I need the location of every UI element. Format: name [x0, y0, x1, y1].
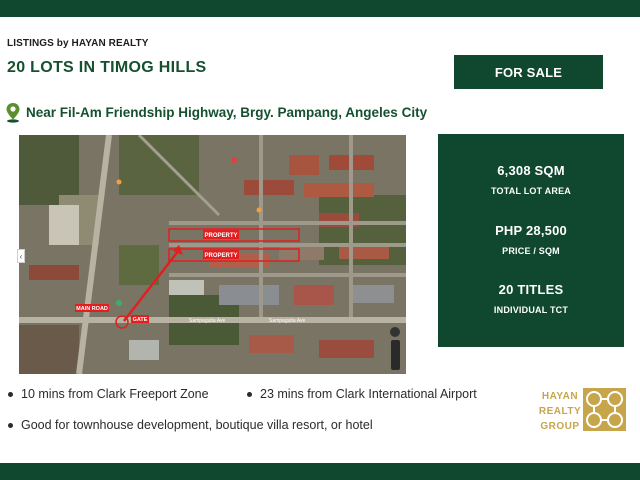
for-sale-button[interactable]: FOR SALE: [454, 55, 603, 89]
gate-label: GATE: [133, 317, 148, 323]
top-band: [0, 0, 640, 17]
bullet-icon: [8, 422, 13, 428]
agency-label: LISTINGS by HAYAN REALTY: [7, 38, 149, 49]
stat-label: TOTAL LOT AREA: [491, 186, 571, 196]
stat-label: PRICE / SQM: [502, 246, 560, 256]
brand-line: HAYAN: [541, 391, 579, 402]
page-title: 20 LOTS IN TIMOG HILLS: [7, 59, 207, 76]
satellite-image: PROPERTY PROPERTY MAIN ROAD GATE Sampagu…: [19, 135, 406, 374]
feature-item: Good for townhouse development, boutique…: [8, 418, 373, 432]
property-label-2: PROPERTY: [204, 253, 237, 259]
brand-name: HAYAN REALTY GROUP: [534, 389, 586, 434]
bullet-icon: [247, 391, 252, 397]
stats-panel: 6,308 SQM TOTAL LOT AREA PHP 28,500 PRIC…: [438, 134, 624, 347]
feature-item: 23 mins from Clark International Airport: [247, 387, 477, 401]
hayan-realty-logo: [583, 388, 626, 431]
stat-titles: 20 TITLES INDIVIDUAL TCT: [438, 282, 624, 315]
property-label-1: PROPERTY: [204, 233, 237, 239]
map-marker-icon: [231, 157, 237, 163]
bottom-band: [0, 463, 640, 480]
stat-value: 20 TITLES: [498, 282, 564, 297]
stat-value: 6,308 SQM: [497, 163, 565, 178]
compass-icon[interactable]: [390, 327, 400, 337]
zoom-controls[interactable]: [391, 340, 400, 370]
feature-text: 10 mins from Clark Freeport Zone: [21, 387, 209, 401]
brand-line: GROUP: [540, 421, 580, 432]
map-collapse-arrow-icon[interactable]: ‹: [17, 249, 25, 263]
street-label-2: Sampaguita Ave: [269, 318, 306, 324]
stat-value: PHP 28,500: [495, 223, 567, 238]
main-road-label: MAIN ROAD: [76, 306, 108, 312]
stat-lot-area: 6,308 SQM TOTAL LOT AREA: [438, 163, 624, 196]
stat-label: INDIVIDUAL TCT: [493, 305, 569, 315]
feature-text: 23 mins from Clark International Airport: [260, 387, 477, 401]
street-label: Sampaguita Ave: [189, 318, 226, 324]
aerial-map[interactable]: PROPERTY PROPERTY MAIN ROAD GATE Sampagu…: [19, 135, 406, 374]
map-pin-icon: [6, 103, 20, 123]
feature-text: Good for townhouse development, boutique…: [21, 418, 373, 432]
feature-item: 10 mins from Clark Freeport Zone: [8, 387, 209, 401]
brand-line: REALTY: [538, 406, 582, 417]
location-text: Near Fil-Am Friendship Highway, Brgy. Pa…: [26, 105, 428, 120]
bullet-icon: [8, 391, 13, 397]
stat-price: PHP 28,500 PRICE / SQM: [438, 223, 624, 256]
location-row: Near Fil-Am Friendship Highway, Brgy. Pa…: [5, 102, 427, 123]
